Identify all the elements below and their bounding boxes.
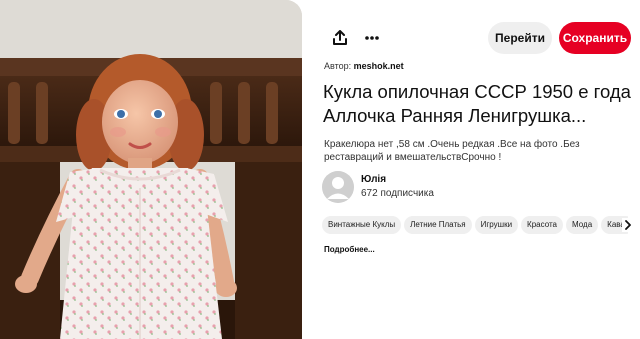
- pin-title-line-2: Аллочка Ранняя Ленигрушка...: [323, 105, 587, 126]
- save-button[interactable]: Сохранить: [559, 22, 631, 54]
- visit-button[interactable]: Перейти: [488, 22, 552, 54]
- user-name[interactable]: Юлія: [361, 174, 386, 185]
- tag-list: Винтажные Куклы Летние Платья Игрушки Красо…: [322, 216, 628, 234]
- share-button[interactable]: [326, 24, 354, 52]
- author-line: Автор: meshok.net: [324, 61, 404, 71]
- follower-count: 672 подписчика: [361, 188, 434, 199]
- pin-description: Кракелюра нет ,58 см .Очень редкая .Все …: [324, 139, 580, 163]
- pin-title-line-1: Кукла опилочная СССР 1950 е года: [323, 81, 631, 102]
- chevron-right-icon: [625, 220, 631, 230]
- more-details-link[interactable]: Подробнее...: [324, 245, 375, 254]
- tag-chip[interactable]: Винтажные Куклы: [322, 216, 402, 234]
- tag-chip[interactable]: Игрушки: [474, 216, 519, 234]
- tag-chip[interactable]: Летние Платья: [404, 216, 472, 234]
- pin-details: Перейти Сохранить Автор: meshok.net Кукл…: [302, 0, 640, 339]
- more-icon: [365, 36, 379, 40]
- pin-image[interactable]: [0, 0, 302, 339]
- tags-next-button[interactable]: [622, 218, 634, 232]
- more-options-button[interactable]: [358, 24, 386, 52]
- share-icon: [333, 30, 347, 45]
- pin-title: Кукла опилочная СССР 1950 е года Аллочка…: [323, 80, 635, 128]
- author-prefix: Автор:: [324, 61, 352, 71]
- user-avatar-icon: [322, 171, 354, 203]
- tag-chip[interactable]: Мода: [566, 216, 599, 234]
- author-link[interactable]: meshok.net: [354, 61, 404, 71]
- tag-chip[interactable]: Красота: [521, 216, 563, 234]
- avatar[interactable]: [322, 171, 354, 203]
- doll-photo: [0, 0, 302, 339]
